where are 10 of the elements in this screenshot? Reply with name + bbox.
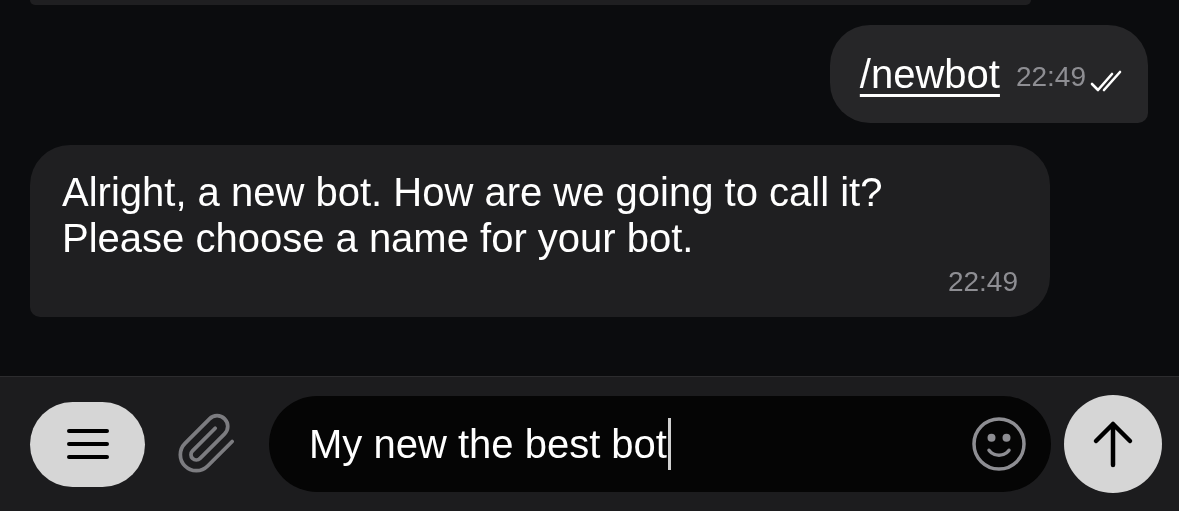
message-input[interactable]: My new the best bot	[269, 396, 1051, 492]
menu-icon	[64, 426, 111, 462]
message-time: 22:49	[947, 265, 1018, 299]
message-time: 22:49	[1015, 60, 1086, 94]
input-text: My new the best bot	[309, 421, 667, 468]
arrow-up-icon	[1091, 419, 1135, 469]
smiley-icon	[969, 414, 1029, 474]
command-link[interactable]: /newbot	[859, 46, 1000, 102]
text-cursor	[667, 418, 671, 470]
message-text: Alright, a new bot. How are we going to call it? Please choose a name for your bot.	[62, 170, 883, 260]
